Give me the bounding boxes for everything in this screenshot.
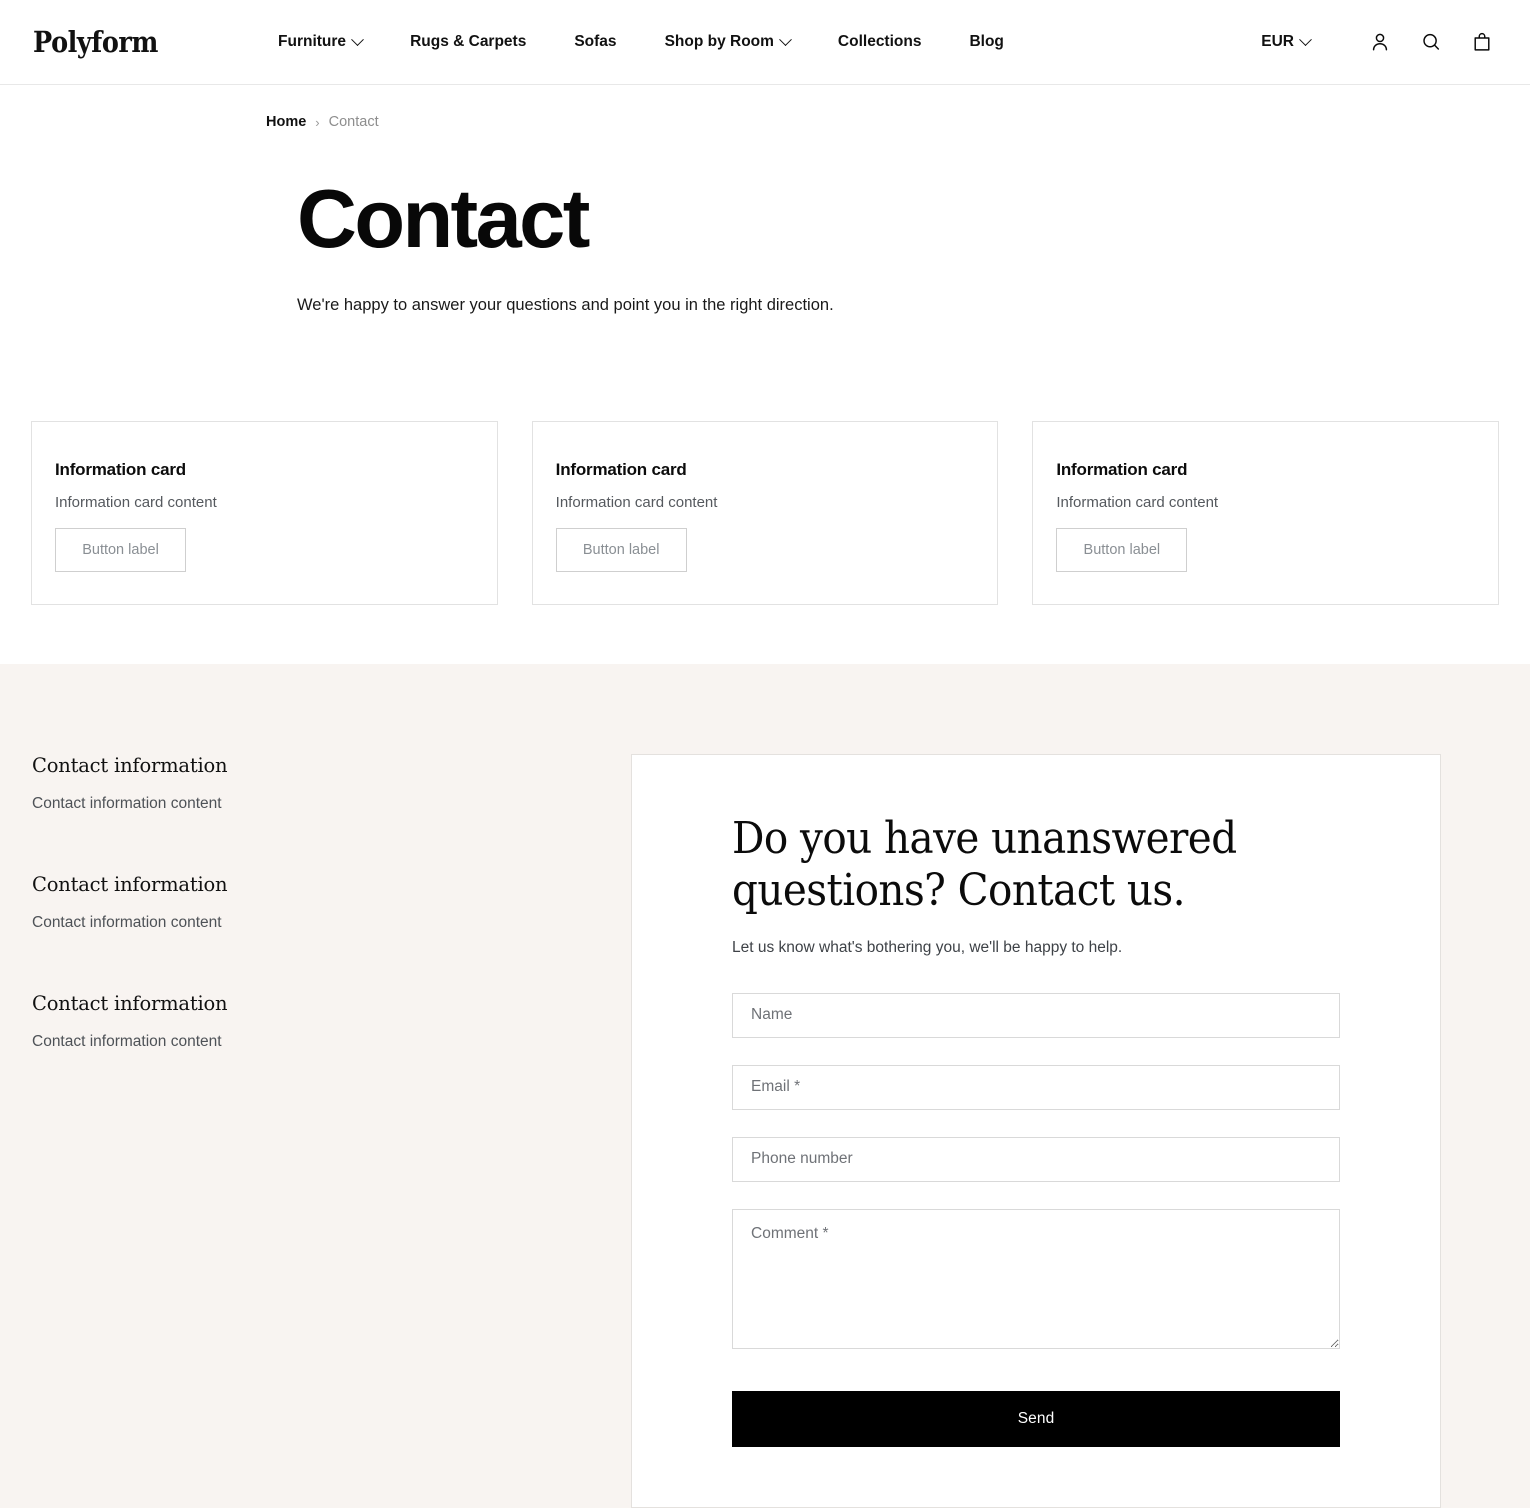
phone-input[interactable] — [732, 1136, 1340, 1182]
information-card-button[interactable]: Button label — [555, 528, 687, 572]
nav-item-blog[interactable]: Blog — [969, 27, 1003, 57]
information-card-title: Information card — [1056, 460, 1188, 479]
comment-textarea[interactable] — [732, 1208, 1340, 1349]
contact-information-title: Contact information — [32, 992, 228, 1015]
contact-information-content: Contact information content — [32, 795, 222, 812]
account-icon[interactable] — [1363, 25, 1397, 59]
nav-item-label: Rugs & Carpets — [410, 33, 527, 50]
cart-icon[interactable] — [1465, 25, 1499, 59]
email-input[interactable] — [732, 1064, 1340, 1110]
breadcrumb-current: Contact — [328, 114, 379, 130]
page-header-section: Home › Contact Contact We're happy to an… — [0, 85, 1530, 315]
contact-information-content: Contact information content — [32, 914, 222, 931]
contact-information-content: Contact information content — [32, 1033, 222, 1050]
chevron-down-icon — [779, 32, 792, 46]
currency-value: EUR — [1261, 33, 1294, 50]
nav-item-shop-by-room[interactable]: Shop by Room — [664, 27, 792, 57]
information-card: Information card Information card conten… — [31, 421, 498, 605]
nav-item-label: Shop by Room — [664, 33, 774, 50]
breadcrumb-separator-icon: › — [315, 114, 320, 130]
nav-item-collections[interactable]: Collections — [838, 27, 922, 57]
contact-information-title: Contact information — [32, 754, 228, 777]
information-card-title: Information card — [555, 460, 687, 479]
main-navigation: Furniture Rugs & Carpets Sofas Shop by R… — [278, 27, 1004, 57]
nav-item-furniture[interactable]: Furniture — [278, 27, 364, 57]
contact-information-block: Contact information Contact information … — [32, 873, 601, 932]
nav-item-label: Collections — [837, 33, 922, 50]
nav-item-label: Sofas — [574, 33, 617, 50]
information-card-title: Information card — [55, 460, 186, 479]
chevron-down-icon — [1299, 32, 1312, 46]
name-input[interactable] — [732, 992, 1340, 1038]
information-card-content: Information card content — [55, 494, 217, 511]
breadcrumb: Home › Contact — [31, 85, 1499, 130]
contact-information-block: Contact information Contact information … — [32, 992, 601, 1051]
contact-form-card: Do you have unanswered questions? Contac… — [631, 754, 1441, 1508]
contact-information-title: Contact information — [32, 873, 228, 896]
information-card-button[interactable]: Button label — [55, 528, 186, 572]
information-card: Information card Information card conten… — [1032, 421, 1500, 605]
chevron-down-icon — [351, 32, 364, 46]
information-card: Information card Information card conten… — [531, 421, 999, 605]
header-actions: EUR — [1261, 25, 1499, 59]
nav-item-rugs-carpets[interactable]: Rugs & Carpets — [410, 27, 526, 57]
brand-logo[interactable]: Polyform — [33, 27, 158, 57]
contact-form-heading: Do you have unanswered questions? Contac… — [732, 813, 1237, 916]
contact-form-subheading: Let us know what's bothering you, we'll … — [732, 938, 1123, 956]
send-button[interactable]: Send — [732, 1390, 1340, 1447]
information-card-content: Information card content — [555, 494, 718, 511]
search-icon[interactable] — [1414, 25, 1448, 59]
contact-information-block: Contact information Contact information … — [32, 754, 601, 813]
currency-selector[interactable]: EUR — [1261, 32, 1312, 51]
page-subtitle: We're happy to answer your questions and… — [297, 296, 834, 314]
information-card-button[interactable]: Button label — [1056, 528, 1188, 572]
contact-information-column: Contact information Contact information … — [31, 754, 601, 1051]
information-cards-row: Information card Information card conten… — [0, 421, 1530, 605]
information-card-content: Information card content — [1056, 494, 1219, 511]
nav-item-label: Furniture — [278, 33, 347, 50]
nav-item-sofas[interactable]: Sofas — [574, 27, 616, 57]
page-title: Contact — [297, 172, 590, 265]
site-header: Polyform Furniture Rugs & Carpets Sofas … — [0, 0, 1530, 85]
nav-item-label: Blog — [969, 33, 1004, 50]
breadcrumb-home-link[interactable]: Home — [266, 114, 306, 130]
contact-section: Contact information Contact information … — [0, 664, 1530, 1508]
